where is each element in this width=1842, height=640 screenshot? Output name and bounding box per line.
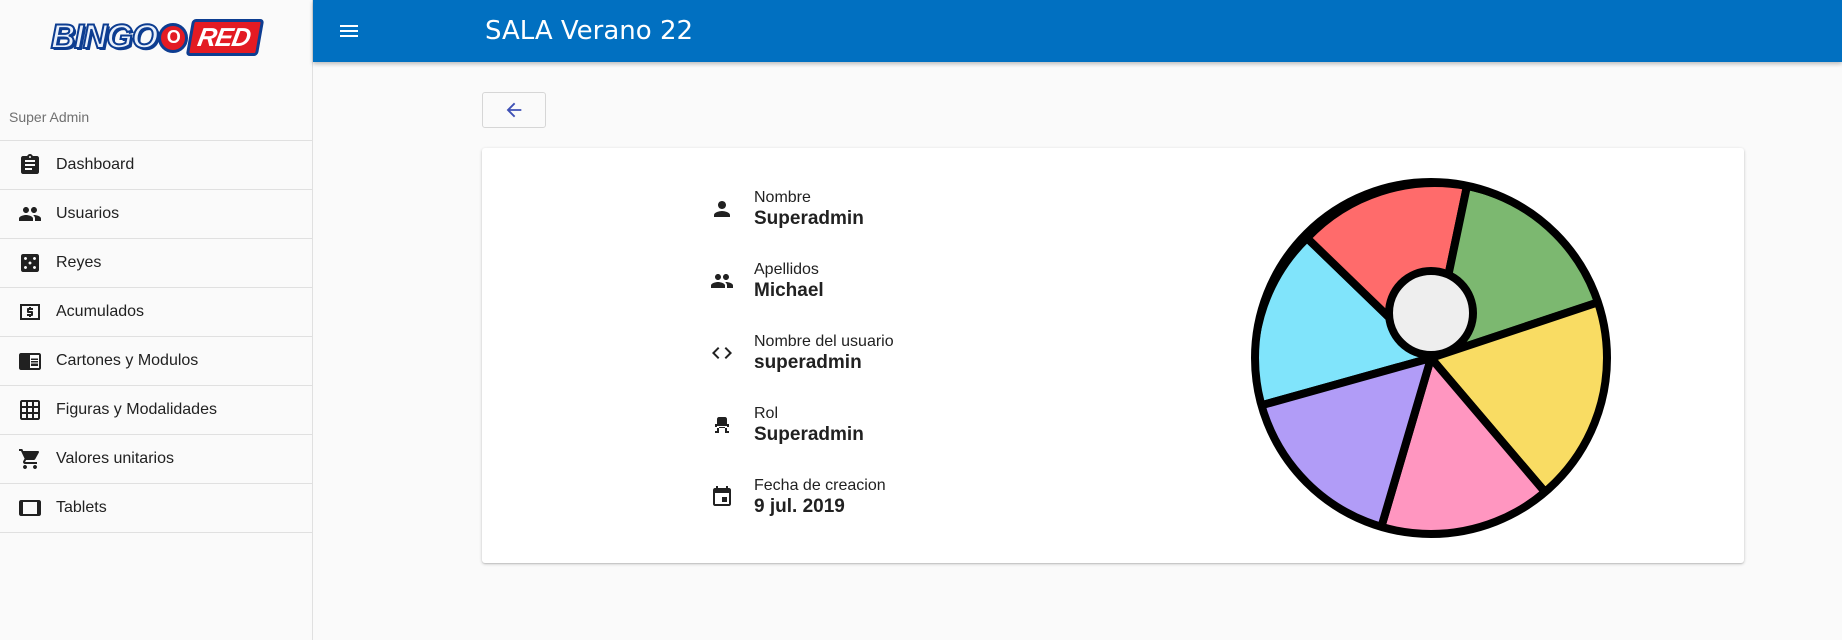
field-value: Michael [754, 280, 824, 301]
sidebar-item-usuarios[interactable]: Usuarios [0, 190, 312, 239]
money-icon [0, 288, 56, 337]
page-title: SALA Verano 22 [485, 16, 694, 46]
field-rol: Rol Superadmin [704, 404, 864, 446]
hamburger-menu-icon [340, 25, 358, 37]
sidebar-item-tablets[interactable]: Tablets [0, 484, 312, 533]
user-role-label: Super Admin [0, 83, 312, 141]
logo[interactable]: BINGO O RED [0, 0, 312, 75]
sidebar-item-label: Usuarios [56, 205, 120, 222]
sidebar-item-acumulados[interactable]: Acumulados [0, 288, 312, 337]
sidebar-item-label: Acumulados [56, 303, 145, 320]
arrow-back-icon [506, 102, 522, 118]
field-value: 9 jul. 2019 [754, 496, 845, 517]
back-button[interactable] [482, 92, 546, 128]
sidebar: BINGO O RED Super Admin Dashboard Usuarios… [0, 0, 313, 640]
field-nombre: Nombre Superadmin [704, 188, 864, 230]
seat-icon [704, 413, 740, 437]
clipboard-icon [0, 141, 56, 190]
person-icon [704, 197, 740, 221]
field-fecha-creacion: Fecha de creacion 9 jul. 2019 [704, 476, 886, 518]
sidebar-item-reyes[interactable]: Reyes [0, 239, 312, 288]
sidebar-item-label: Figuras y Modalidades [56, 401, 217, 418]
sidebar-item-label: Dashboard [56, 156, 135, 173]
sidebar-item-figuras[interactable]: Figuras y Modalidades [0, 386, 312, 435]
sidebar-item-label: Reyes [56, 254, 102, 271]
field-apellidos: Apellidos Michael [704, 260, 824, 302]
calendar-icon [704, 485, 740, 509]
sidebar-item-valores[interactable]: Valores unitarios [0, 435, 312, 484]
bingo-red-logo: BINGO O RED [50, 17, 265, 57]
sidebar-item-label: Valores unitarios [56, 450, 174, 467]
menu-button[interactable] [313, 0, 385, 62]
people-icon [704, 269, 740, 293]
code-icon [704, 341, 740, 365]
field-value: Superadmin [754, 208, 864, 229]
grid-icon [0, 386, 56, 435]
dice-icon [0, 239, 56, 288]
field-label: Nombre del usuario [754, 333, 894, 350]
field-value: superadmin [754, 352, 862, 373]
field-label: Apellidos [754, 261, 819, 278]
field-label: Nombre [754, 189, 811, 206]
field-nombre-usuario: Nombre del usuario superadmin [704, 332, 894, 374]
sidebar-item-dashboard[interactable]: Dashboard [0, 141, 312, 190]
sidebar-item-label: Cartones y Modulos [56, 352, 199, 369]
cart-icon [0, 435, 56, 484]
top-app-bar: SALA Verano 22 [313, 0, 1842, 62]
tablet-icon [0, 484, 56, 533]
sidebar-item-label: Tablets [56, 499, 107, 516]
beach-ball-illustration [1251, 178, 1611, 538]
people-icon [0, 190, 56, 239]
user-profile-card: Nombre Superadmin Apellidos Michael Nomb… [482, 148, 1744, 563]
field-label: Rol [754, 405, 779, 422]
field-label: Fecha de creacion [754, 477, 886, 494]
sidebar-item-cartones[interactable]: Cartones y Modulos [0, 337, 312, 386]
chrome-reader-icon [0, 337, 56, 386]
field-value: Superadmin [754, 424, 864, 445]
